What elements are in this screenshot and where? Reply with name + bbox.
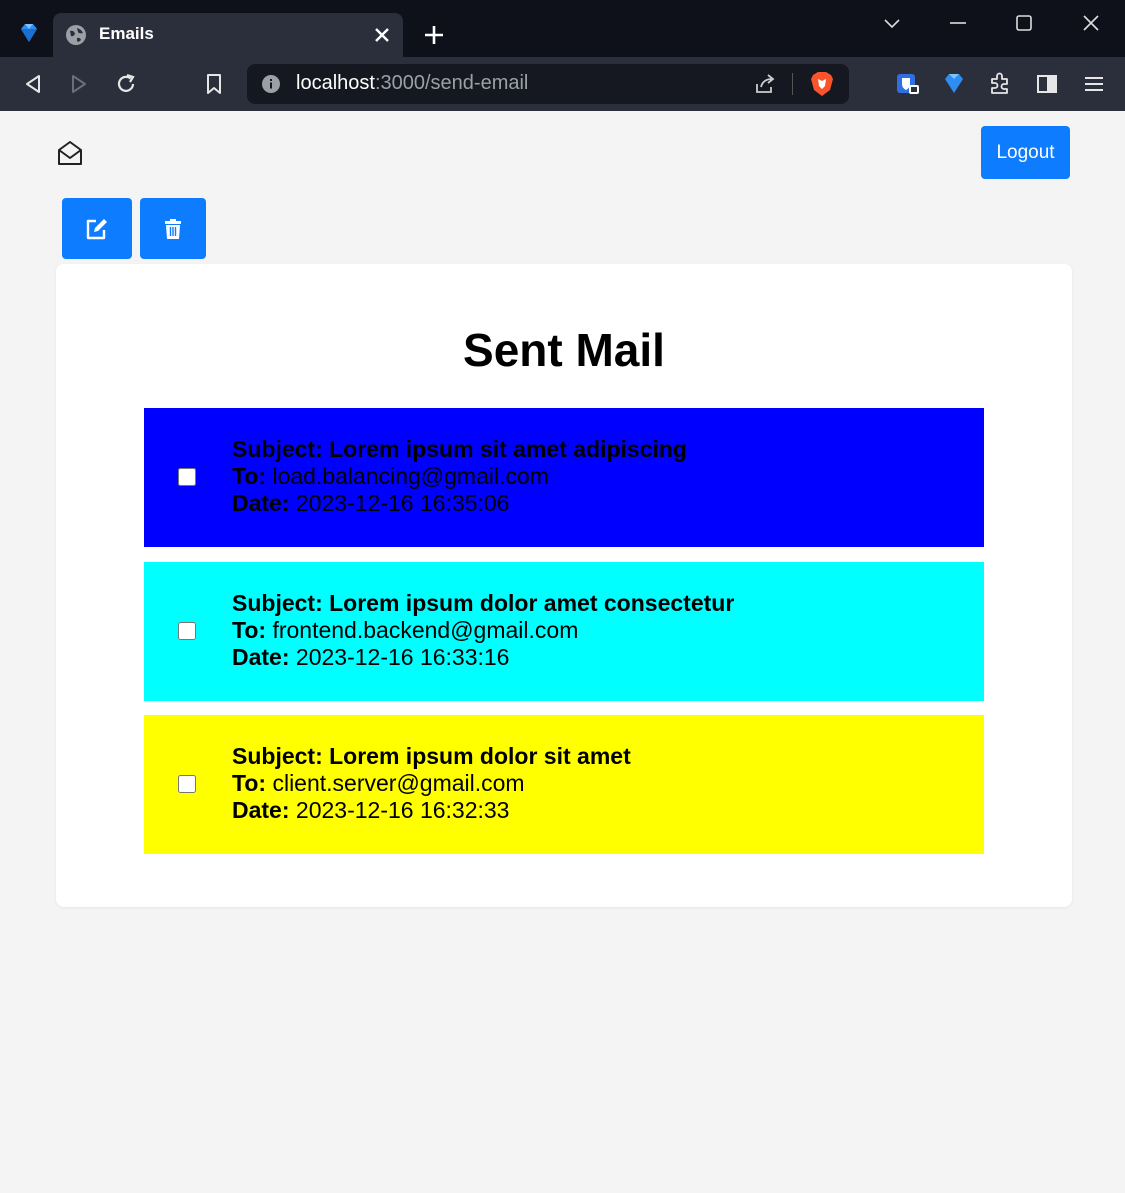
gem-icon — [21, 24, 37, 42]
email-checkbox[interactable] — [178, 775, 196, 793]
bookmark-icon[interactable] — [201, 71, 227, 97]
extensions-icon[interactable] — [987, 71, 1013, 97]
globe-icon — [66, 25, 86, 45]
sent-mail-card: Sent Mail Subject: Lorem ipsum sit amet … — [56, 264, 1072, 907]
close-icon[interactable] — [371, 24, 393, 46]
plus-icon[interactable] — [423, 24, 445, 46]
email-details: Subject: Lorem ipsum sit amet adipiscing… — [232, 436, 687, 517]
logout-button[interactable]: Logout — [981, 126, 1070, 179]
browser-toolbar: localhost:3000/send-email — [0, 57, 1125, 111]
email-date: 2023-12-16 16:32:33 — [295, 797, 510, 823]
email-row[interactable]: Subject: Lorem ipsum dolor sit amet To: … — [144, 715, 984, 854]
address-bar[interactable]: localhost:3000/send-email — [247, 64, 849, 104]
to-label: To: — [232, 617, 267, 643]
date-label: Date: — [232, 797, 290, 823]
chevron-down-icon[interactable] — [881, 12, 903, 34]
subject-label: Subject: — [232, 743, 323, 769]
menu-icon[interactable] — [1081, 71, 1107, 97]
email-row[interactable]: Subject: Lorem ipsum sit amet adipiscing… — [144, 408, 984, 547]
email-details: Subject: Lorem ipsum dolor amet consecte… — [232, 590, 734, 671]
reload-icon[interactable] — [113, 71, 139, 97]
shield-icon[interactable] — [895, 71, 921, 97]
date-label: Date: — [232, 644, 290, 670]
email-date: 2023-12-16 16:33:16 — [295, 644, 510, 670]
page-content: Logout Sent Mail Subject: Lorem ipsum si… — [0, 111, 1125, 1193]
date-label: Date: — [232, 490, 290, 516]
trash-icon — [165, 218, 181, 239]
url-text[interactable]: localhost:3000/send-email — [296, 72, 528, 95]
address-separator — [792, 73, 793, 95]
gem-extension-icon[interactable] — [941, 71, 967, 97]
minimize-icon[interactable] — [947, 12, 969, 34]
to-label: To: — [232, 463, 267, 489]
subject-label: Subject: — [232, 590, 323, 616]
sidebar-icon[interactable] — [1034, 71, 1060, 97]
email-checkbox[interactable] — [178, 622, 196, 640]
url-path: :3000/send-email — [374, 72, 529, 94]
email-to: frontend.backend@gmail.com — [272, 617, 579, 643]
to-label: To: — [232, 770, 267, 796]
url-host: localhost — [296, 72, 375, 94]
email-to: client.server@gmail.com — [272, 770, 525, 796]
share-icon[interactable] — [753, 72, 777, 96]
compose-button[interactable] — [62, 198, 132, 259]
email-to: load.balancing@gmail.com — [272, 463, 549, 489]
maximize-icon[interactable] — [1013, 12, 1035, 34]
page-title: Sent Mail — [463, 324, 665, 376]
browser-tab[interactable]: Emails — [53, 13, 403, 57]
email-row[interactable]: Subject: Lorem ipsum dolor amet consecte… — [144, 562, 984, 701]
edit-icon — [86, 218, 107, 239]
brave-lion-icon[interactable] — [809, 70, 835, 98]
email-details: Subject: Lorem ipsum dolor sit amet To: … — [232, 743, 631, 824]
email-subject: Lorem ipsum dolor sit amet — [329, 743, 631, 769]
email-subject: Lorem ipsum dolor amet consectetur — [329, 590, 735, 616]
tab-title: Emails — [99, 24, 154, 43]
email-checkbox[interactable] — [178, 468, 196, 486]
delete-button[interactable] — [140, 198, 206, 259]
window-close-icon[interactable] — [1080, 12, 1102, 34]
envelope-open-icon[interactable] — [56, 139, 84, 167]
browser-titlebar: Emails — [0, 0, 1125, 57]
subject-label: Subject: — [232, 436, 323, 462]
info-icon[interactable] — [261, 74, 281, 94]
forward-icon — [72, 75, 86, 93]
back-icon[interactable] — [20, 71, 46, 97]
email-subject: Lorem ipsum sit amet adipiscing — [329, 436, 687, 462]
email-date: 2023-12-16 16:35:06 — [295, 490, 510, 516]
